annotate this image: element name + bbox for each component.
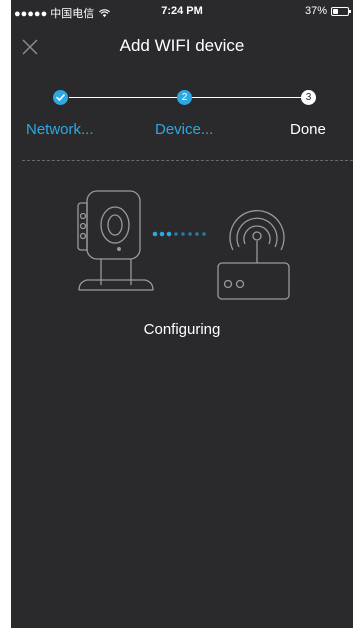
progress-dot [166,231,172,237]
battery-cap [349,9,351,13]
progress-dot [152,231,158,237]
status-time: 7:24 PM [161,5,203,17]
step-connector-1 [69,97,182,98]
camera-icon [77,190,154,291]
progress-stepper: 2 3 Network... Device... Done [11,86,353,146]
step-3-circle: 3 [301,90,316,105]
battery-fill [333,8,338,14]
progress-dot [159,231,165,237]
step-1-circle [53,90,68,105]
illustration-svg [77,190,290,300]
progress-dot [188,232,192,236]
divider [22,160,353,161]
step-2-circle: 2 [177,90,192,105]
progress-dot [195,232,199,236]
step-2-label: Device... [155,121,214,138]
page-title: Add WIFI device [119,36,245,55]
router-icon [217,209,290,300]
nav-bar: Add WIFI device [11,22,353,72]
progress-dots [152,231,206,237]
status-bar: ●●●●● 中国电信 7:24 PM 37% [11,0,353,22]
connection-illustration [11,180,353,310]
step-connector-2 [192,97,307,98]
check-icon [56,94,65,101]
progress-dot [174,232,178,236]
battery-icon [331,6,351,16]
battery-status: 37% [304,5,351,17]
step-3-label: Done [290,121,326,138]
progress-dot [181,232,185,236]
status-text: Configuring [143,321,221,338]
step-1-label: Network... [26,121,94,138]
progress-dot [202,232,206,236]
app-screen: ●●●●● 中国电信 7:24 PM 37% Add WIFI device 2… [11,0,353,628]
battery-percent: 37% [304,5,327,17]
